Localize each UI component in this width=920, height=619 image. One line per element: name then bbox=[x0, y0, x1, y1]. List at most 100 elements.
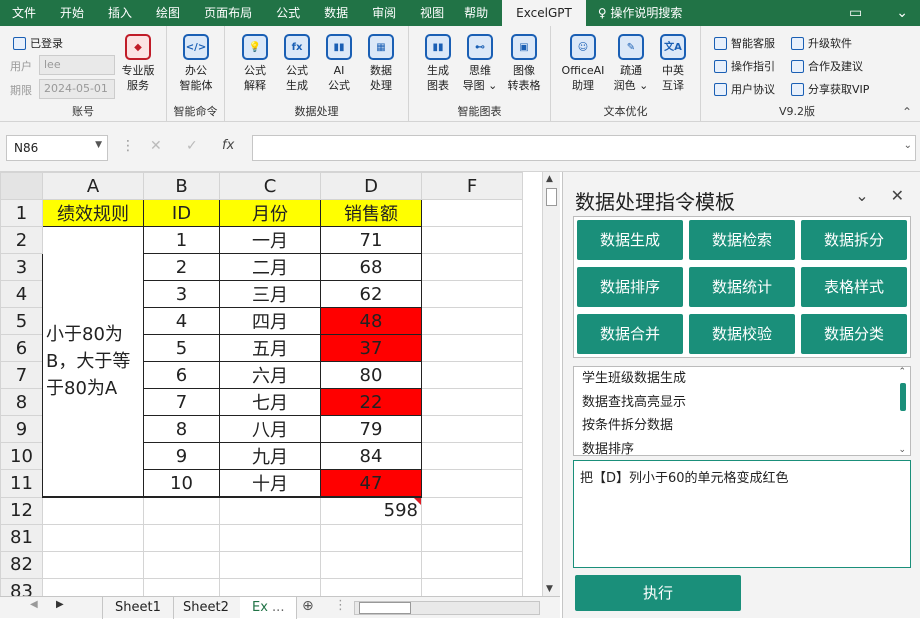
column-header-f[interactable]: F bbox=[421, 172, 523, 200]
row-header[interactable]: 82 bbox=[0, 550, 43, 579]
data-split-button[interactable]: 数据拆分 bbox=[801, 220, 907, 260]
row-header[interactable]: 81 bbox=[0, 523, 43, 552]
row-header[interactable]: 3 bbox=[0, 253, 43, 281]
cell[interactable] bbox=[421, 226, 523, 254]
scroll-thumb[interactable] bbox=[359, 602, 411, 614]
cell[interactable] bbox=[421, 577, 523, 596]
mind-map-button[interactable]: ⊷ 思维 导图 ⌄ bbox=[460, 34, 500, 93]
column-header-a[interactable]: A bbox=[42, 172, 144, 200]
cell[interactable] bbox=[42, 523, 144, 552]
column-header-d[interactable]: D bbox=[320, 172, 422, 200]
header-cell-id[interactable]: ID bbox=[143, 199, 220, 227]
select-all-corner[interactable] bbox=[0, 172, 43, 200]
cancel-icon[interactable]: ✕ bbox=[150, 138, 162, 154]
id-cell[interactable]: 7 bbox=[143, 388, 220, 416]
cell[interactable] bbox=[320, 550, 422, 579]
tab-draw[interactable]: 绘图 bbox=[144, 0, 192, 26]
data-generate-button[interactable]: 数据生成 bbox=[577, 220, 683, 260]
id-cell[interactable]: 6 bbox=[143, 361, 220, 389]
cell[interactable] bbox=[421, 550, 523, 579]
table-style-button[interactable]: 表格样式 bbox=[801, 267, 907, 307]
close-icon[interactable]: ✕ bbox=[891, 186, 904, 205]
tab-data[interactable]: 数据 bbox=[312, 0, 360, 26]
cell[interactable] bbox=[219, 523, 321, 552]
list-item[interactable]: 学生班级数据生成 bbox=[574, 367, 910, 391]
formula-explain-button[interactable]: 💡 公式 解释 bbox=[235, 34, 275, 93]
header-cell-sales[interactable]: 销售额 bbox=[320, 199, 422, 227]
chevron-down-icon[interactable]: ⌄ bbox=[896, 5, 908, 21]
list-item[interactable]: 数据排序 bbox=[574, 438, 910, 456]
formula-input[interactable] bbox=[252, 135, 916, 161]
insert-function-icon[interactable]: fx bbox=[222, 138, 234, 153]
cell[interactable] bbox=[143, 523, 220, 552]
scroll-thumb[interactable] bbox=[546, 188, 557, 206]
pro-service-button[interactable]: ◆ 专业版 服务 bbox=[118, 34, 158, 93]
cell[interactable] bbox=[219, 496, 321, 525]
agreement-button[interactable]: 用户协议 bbox=[714, 80, 775, 98]
data-merge-button[interactable]: 数据合并 bbox=[577, 314, 683, 354]
month-cell[interactable]: 四月 bbox=[219, 307, 321, 335]
cell[interactable] bbox=[219, 577, 321, 596]
id-cell[interactable]: 3 bbox=[143, 280, 220, 308]
column-header-c[interactable]: C bbox=[219, 172, 321, 200]
office-agent-button[interactable]: </> 办公 智能体 bbox=[176, 34, 216, 93]
data-classify-button[interactable]: 数据分类 bbox=[801, 314, 907, 354]
row-header[interactable]: 5 bbox=[0, 307, 43, 335]
cell[interactable] bbox=[421, 253, 523, 281]
cell[interactable] bbox=[320, 577, 422, 596]
tab-formulas[interactable]: 公式 bbox=[264, 0, 312, 26]
row-header[interactable]: 1 bbox=[0, 199, 43, 227]
cell[interactable] bbox=[421, 523, 523, 552]
cell[interactable] bbox=[42, 496, 144, 525]
row-header[interactable]: 6 bbox=[0, 334, 43, 362]
scroll-up-icon[interactable]: ▲ bbox=[546, 174, 553, 184]
sales-cell-highlighted[interactable]: 37 bbox=[320, 334, 422, 362]
tab-view[interactable]: 视图 bbox=[408, 0, 456, 26]
tab-page-layout[interactable]: 页面布局 bbox=[192, 0, 264, 26]
command-input[interactable]: 把【D】列小于60的单元格变成红色 bbox=[573, 460, 911, 568]
sales-cell[interactable]: 68 bbox=[320, 253, 422, 281]
vertical-scrollbar[interactable]: ▲ ▼ bbox=[542, 172, 560, 596]
next-sheet-icon[interactable]: ▶ bbox=[56, 599, 64, 610]
data-validate-button[interactable]: 数据校验 bbox=[689, 314, 795, 354]
sales-cell[interactable]: 62 bbox=[320, 280, 422, 308]
cell[interactable] bbox=[320, 523, 422, 552]
chevron-down-icon[interactable]: ⌄ bbox=[855, 186, 868, 205]
month-cell[interactable]: 三月 bbox=[219, 280, 321, 308]
id-cell[interactable]: 5 bbox=[143, 334, 220, 362]
month-cell[interactable]: 九月 bbox=[219, 442, 321, 470]
header-cell-rule[interactable]: 绩效规则 bbox=[42, 199, 144, 227]
user-field[interactable]: lee bbox=[39, 55, 115, 75]
horizontal-scrollbar[interactable] bbox=[354, 601, 540, 615]
id-cell[interactable]: 8 bbox=[143, 415, 220, 443]
cell[interactable] bbox=[421, 307, 523, 335]
row-header[interactable]: 8 bbox=[0, 388, 43, 416]
sales-cell[interactable]: 80 bbox=[320, 361, 422, 389]
sheet-tab-ex[interactable]: Ex ... bbox=[240, 597, 298, 619]
ai-formula-button[interactable]: ▮▮ AI 公式 bbox=[319, 34, 359, 93]
officeai-assistant-button[interactable]: ☺ OfficeAI 助理 bbox=[557, 34, 609, 93]
sheet-tab-sheet2[interactable]: Sheet2 bbox=[171, 597, 242, 619]
sales-cell[interactable]: 79 bbox=[320, 415, 422, 443]
tab-insert[interactable]: 插入 bbox=[96, 0, 144, 26]
share-vip-button[interactable]: 分享获取VIP bbox=[791, 80, 869, 98]
id-cell[interactable]: 4 bbox=[143, 307, 220, 335]
chevron-down-icon[interactable]: ▼ bbox=[95, 140, 102, 150]
cell[interactable] bbox=[421, 388, 523, 416]
list-scroll-thumb[interactable] bbox=[900, 383, 906, 411]
rule-cell[interactable]: 小于80为B，大于等于80为A bbox=[42, 226, 144, 498]
formula-generate-button[interactable]: fx 公式 生成 bbox=[277, 34, 317, 93]
tab-file[interactable]: 文件 bbox=[0, 0, 48, 26]
upgrade-button[interactable]: 升级软件 bbox=[791, 34, 852, 52]
prev-sheet-icon[interactable]: ◀ bbox=[30, 599, 38, 610]
row-header[interactable]: 4 bbox=[0, 280, 43, 308]
cell[interactable] bbox=[421, 415, 523, 443]
id-cell[interactable]: 2 bbox=[143, 253, 220, 281]
cell[interactable] bbox=[421, 469, 523, 498]
cell[interactable] bbox=[219, 550, 321, 579]
sales-cell[interactable]: 71 bbox=[320, 226, 422, 254]
image-to-table-button[interactable]: ▣ 图像 转表格 bbox=[502, 34, 546, 93]
data-stats-button[interactable]: 数据统计 bbox=[689, 267, 795, 307]
data-sort-button[interactable]: 数据排序 bbox=[577, 267, 683, 307]
cell[interactable] bbox=[42, 577, 144, 596]
